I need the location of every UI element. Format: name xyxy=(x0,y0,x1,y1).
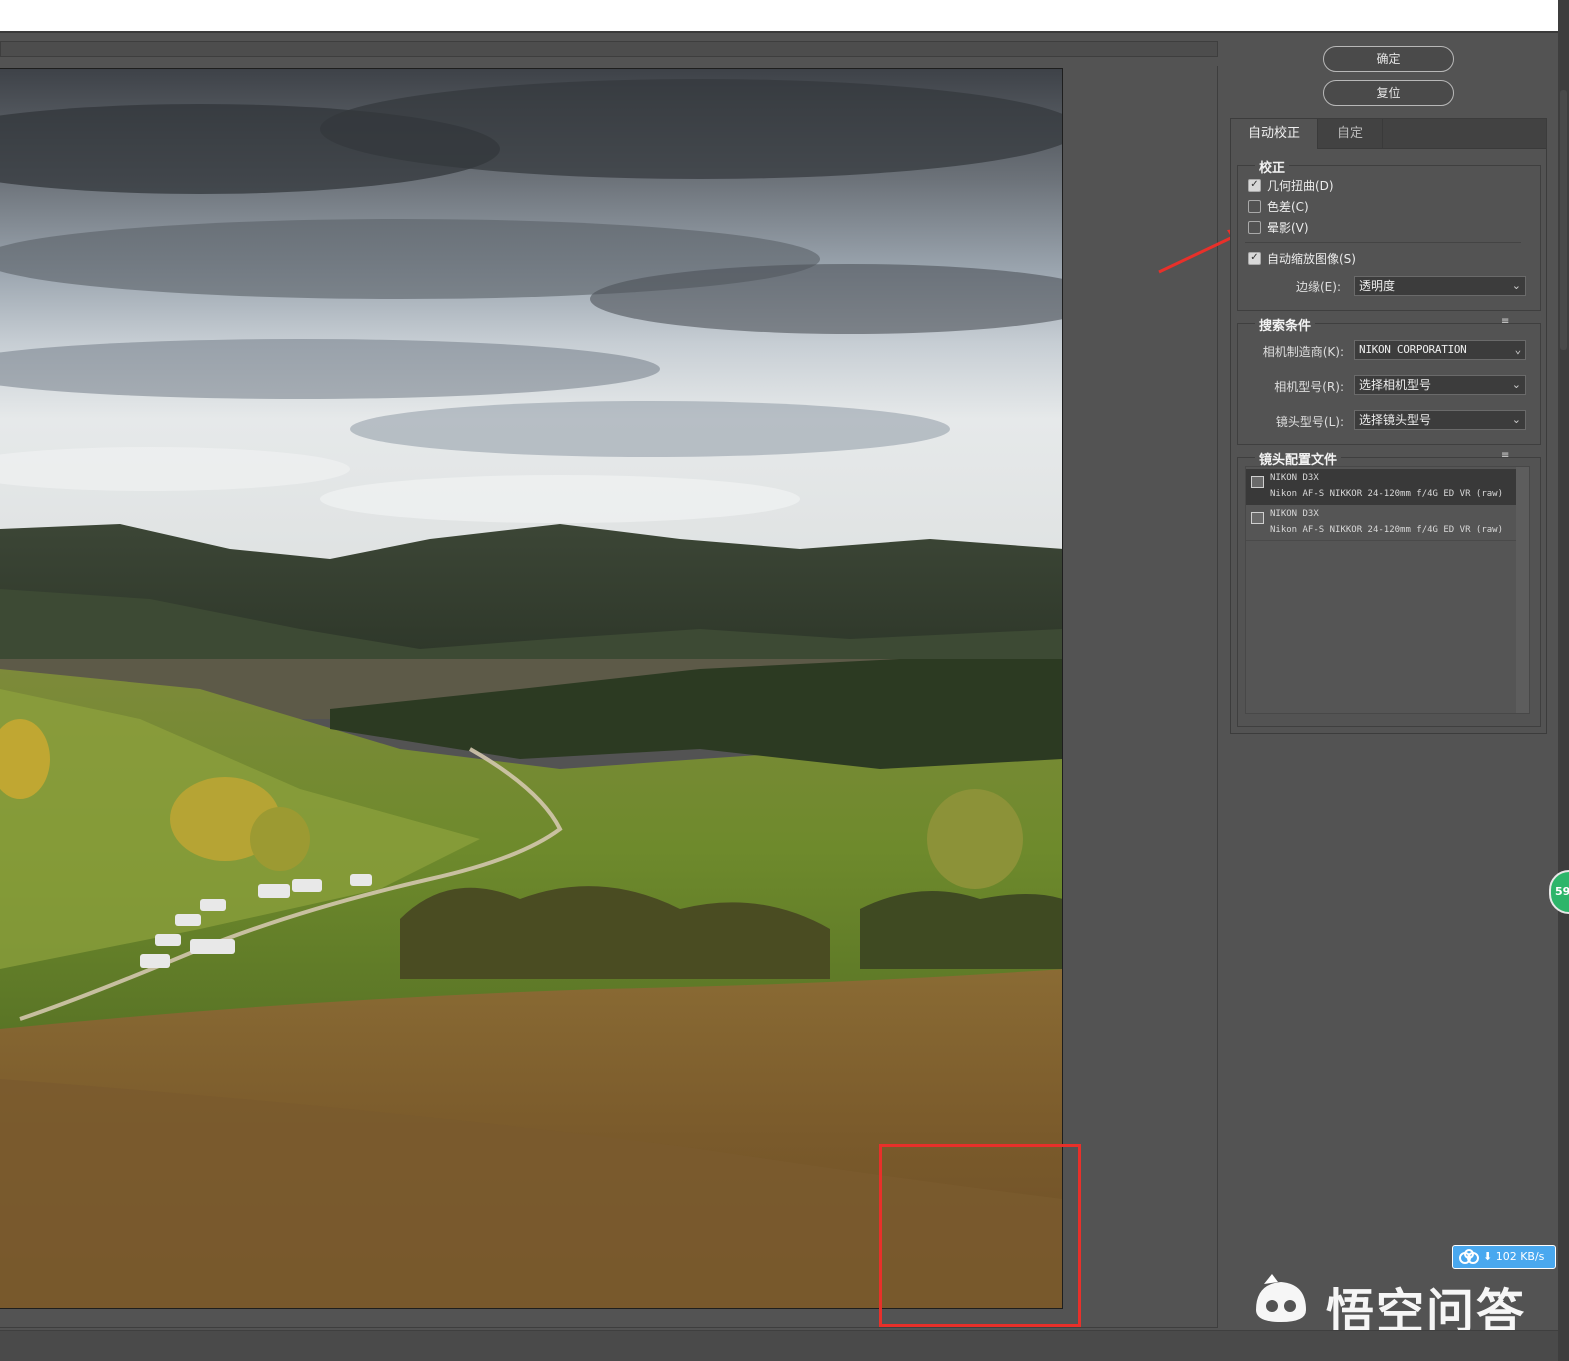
chromatic-aberration-label: 色差(C) xyxy=(1267,199,1309,214)
auto-scale-checkbox[interactable]: ✓ xyxy=(1248,251,1261,265)
edge-select-value: 透明度 xyxy=(1359,279,1396,293)
correction-group-title: 校正 xyxy=(1255,157,1290,176)
window-scrollbar[interactable] xyxy=(1558,0,1569,1361)
camera-make-value: NIKON CORPORATION xyxy=(1359,343,1467,356)
chevron-down-icon: ⌄ xyxy=(1511,413,1521,426)
ok-button[interactable]: 确定 xyxy=(1323,46,1454,72)
geometric-distortion-label: 几何扭曲(D) xyxy=(1267,178,1334,193)
edge-select[interactable]: 透明度 ⌄ xyxy=(1354,276,1526,296)
profile-lens: Nikon AF-S NIKKOR 24-120mm f/4G ED VR (r… xyxy=(1270,525,1503,535)
list-item[interactable]: NIKON D3X Nikon AF-S NIKKOR 24-120mm f/4… xyxy=(1246,469,1516,505)
list-item[interactable]: NIKON D3X Nikon AF-S NIKKOR 24-120mm f/4… xyxy=(1246,505,1516,541)
status-bar xyxy=(0,1330,1558,1361)
camera-model-label: 相机型号(R): xyxy=(1274,380,1344,394)
geometric-distortion-checkbox[interactable]: ✓ xyxy=(1248,178,1261,192)
download-speed-badge: ⬇ 102 KB/s xyxy=(1452,1245,1556,1269)
correction-divider xyxy=(1245,242,1521,243)
chevron-down-icon: ⌄ xyxy=(1511,279,1521,292)
profile-camera: NIKON D3X xyxy=(1270,473,1319,483)
camera-make-label: 相机制造商(K): xyxy=(1262,345,1344,359)
camera-make-select[interactable]: NIKON CORPORATION ⌄ xyxy=(1354,340,1526,360)
annotation-highlight-box xyxy=(879,1144,1081,1327)
edge-label: 边缘(E): xyxy=(1296,280,1341,294)
chevron-down-icon: ⌄ xyxy=(1514,343,1522,356)
canvas-toolbar xyxy=(0,41,1218,57)
scrollbar-thumb[interactable] xyxy=(1560,90,1567,350)
camera-model-select[interactable]: 选择相机型号 ⌄ xyxy=(1354,375,1526,395)
lens-model-value: 选择镜头型号 xyxy=(1359,413,1432,427)
chevron-down-icon: ⌄ xyxy=(1511,378,1521,391)
home-icon xyxy=(1251,476,1264,488)
geometric-distortion-row[interactable]: ✓ 几何扭曲(D) xyxy=(1248,176,1334,194)
landscape-photo xyxy=(0,69,1062,1308)
lens-profile-list[interactable]: NIKON D3X Nikon AF-S NIKKOR 24-120mm f/4… xyxy=(1245,466,1530,714)
chromatic-aberration-checkbox[interactable] xyxy=(1248,199,1261,213)
lens-model-label: 镜头型号(L): xyxy=(1275,415,1344,429)
profile-lens: Nikon AF-S NIKKOR 24-120mm f/4G ED VR (r… xyxy=(1270,489,1503,499)
chromatic-aberration-row[interactable]: 色差(C) xyxy=(1248,197,1309,215)
tab-custom[interactable]: 自定 xyxy=(1317,119,1383,149)
download-arrow-icon: ⬇ xyxy=(1483,1250,1493,1263)
vignette-label: 晕影(V) xyxy=(1267,220,1309,235)
wukong-watermark: 悟空问答 xyxy=(1246,1270,1546,1340)
panel-tabs: 自动校正 自定 xyxy=(1231,119,1546,149)
profile-menu-icon[interactable]: ≡ xyxy=(1501,450,1509,461)
reset-button[interactable]: 复位 xyxy=(1323,80,1454,106)
vignette-checkbox[interactable] xyxy=(1248,220,1261,234)
auto-scale-label: 自动缩放图像(S) xyxy=(1267,251,1356,266)
search-menu-icon[interactable]: ≡ xyxy=(1501,316,1509,327)
lens-model-select[interactable]: 选择镜头型号 ⌄ xyxy=(1354,410,1526,430)
cloud-icon xyxy=(1459,1249,1479,1264)
download-speed-text: ⬇ 102 KB/s xyxy=(1483,1246,1544,1268)
download-speed-value: 102 KB/s xyxy=(1495,1250,1545,1263)
home-icon xyxy=(1251,512,1264,524)
camera-model-value: 选择相机型号 xyxy=(1359,378,1432,392)
wukong-logo-icon xyxy=(1256,1274,1306,1322)
profile-list-scrollbar[interactable] xyxy=(1516,467,1529,713)
tab-auto-correction[interactable]: 自动校正 xyxy=(1231,119,1317,149)
preview-image xyxy=(0,68,1063,1309)
vignette-row[interactable]: 晕影(V) xyxy=(1248,218,1309,236)
dialog-title-bar xyxy=(0,0,1558,33)
profile-camera: NIKON D3X xyxy=(1270,509,1319,519)
auto-scale-row[interactable]: ✓ 自动缩放图像(S) xyxy=(1248,249,1356,267)
notification-badge[interactable]: 59 xyxy=(1549,870,1569,914)
search-criteria-title: 搜索条件 xyxy=(1255,315,1316,334)
